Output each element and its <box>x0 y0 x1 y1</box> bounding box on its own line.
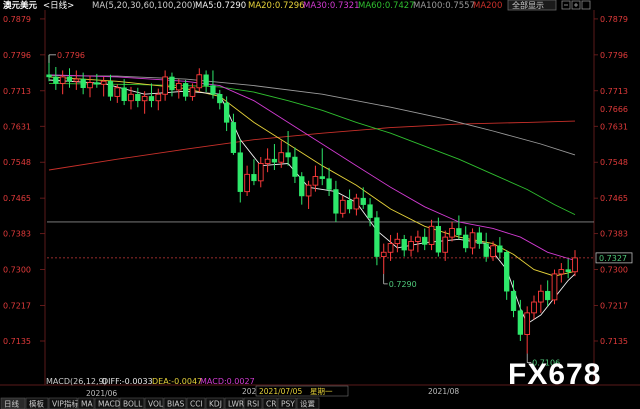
tab-7[interactable]: BIAS <box>163 397 187 409</box>
tab-3[interactable]: MA <box>77 397 95 409</box>
y-tick-right-1: 0.7796 <box>600 51 628 60</box>
tab-label: LWR <box>228 400 244 409</box>
tab-label: 设置 <box>300 399 315 409</box>
ma200-value: MA200 <box>473 1 502 11</box>
y-tick-left-0: 0.7879 <box>3 15 31 24</box>
y-tick-right-0: 0.7879 <box>600 15 628 24</box>
ma-params: MA(5,20,30,60,100,200) <box>92 1 196 11</box>
y-tick-right-extra-0: 0.7666 <box>600 105 628 114</box>
tab-label: KDJ <box>209 400 222 409</box>
period-label: <日线> <box>43 0 74 11</box>
y-tick-right-9: 0.7135 <box>600 337 628 346</box>
x-label-left: 2021/06 <box>86 389 117 398</box>
y-tick-left-8: 0.7217 <box>3 301 31 310</box>
y-tick-left-4: 0.7548 <box>3 158 31 167</box>
tab-label: MA <box>81 400 93 409</box>
y-tick-right-8: 0.7217 <box>600 301 628 310</box>
tab-14[interactable]: 设置 <box>296 397 320 409</box>
y-tick-left-5: 0.7465 <box>3 194 31 203</box>
tab-13[interactable]: PSY <box>277 397 297 409</box>
y-tick-right-4: 0.7548 <box>600 158 628 167</box>
show-all-label: 全部显示 <box>512 0 544 10</box>
candlestick-chart[interactable]: 澳元美元 <日线> MA(5,20,30,60,100,200) MA5:0.7… <box>0 0 640 409</box>
tab-2[interactable]: VIP指标 <box>48 397 79 409</box>
tab-label: BOLL <box>123 400 143 409</box>
y-tick-right-7: 0.7300 <box>600 266 628 275</box>
tab-0[interactable]: 日线 <box>0 397 26 409</box>
tab-label: 日线 <box>4 399 19 409</box>
ma60-value: MA60:0.7427 <box>358 1 415 11</box>
tab-5[interactable]: BOLL <box>119 397 145 409</box>
y-tick-left-7: 0.7300 <box>3 266 31 275</box>
current-price-tag: 0.7327 <box>595 252 633 264</box>
tab-8[interactable]: CCI <box>186 397 206 409</box>
tab-6[interactable]: VOL <box>144 397 164 409</box>
tab-label: PSY <box>281 400 295 409</box>
tab-label: 模板 <box>29 399 44 409</box>
ma5-value: MA5:0.7290 <box>195 1 246 11</box>
tab-1[interactable]: 模板 <box>25 397 49 409</box>
tab-label: CR <box>266 400 276 409</box>
tab-label: RSI <box>247 400 259 409</box>
macd-diff: DIFF:-0.0033 <box>102 377 153 386</box>
ma20-value: MA20:0.7296 <box>248 1 305 11</box>
y-tick-left-6: 0.7383 <box>3 230 31 239</box>
y-tick-left-9: 0.7135 <box>3 337 31 346</box>
macd-row: MACD(26,12,9) DIFF:-0.0033 DEA:-0.0047 M… <box>46 377 255 386</box>
tab-label: VIP指标 <box>52 399 79 409</box>
y-tick-left-2: 0.7713 <box>3 87 31 96</box>
date-left-partial: 202 <box>242 387 257 396</box>
y-tick-left-3: 0.7631 <box>3 122 31 131</box>
y-tick-left-1: 0.7796 <box>3 51 31 60</box>
tab-11[interactable]: RSI <box>243 397 263 409</box>
macd-label: MACD(26,12,9) <box>46 377 107 386</box>
y-tick-right-6: 0.7383 <box>600 230 628 239</box>
tab-4[interactable]: MACD <box>94 397 121 409</box>
tab-label: CCI <box>190 400 203 409</box>
high-label: 0.7796 <box>57 51 85 60</box>
y-tick-right-3: 0.7631 <box>600 122 628 131</box>
tab-12[interactable]: CR <box>262 397 278 409</box>
indicator-tabs: 日线 模板 VIP指标 MA MACD BOLL VOL BIAS CCI KDJ LWR RSI CR… <box>0 397 320 409</box>
watermark-text: FX678 <box>508 358 601 391</box>
instrument-name: 澳元美元 <box>3 0 38 11</box>
y-tick-right-2: 0.7713 <box>600 87 628 96</box>
show-all-button[interactable]: 全部显示 <box>507 0 557 11</box>
candle <box>551 269 558 305</box>
ma100-value: MA100:0.7557 <box>413 1 475 11</box>
ma30-value: MA30:0.7321 <box>303 1 360 11</box>
tab-9[interactable]: KDJ <box>205 397 225 409</box>
selected-date: 2021/07/05 <box>259 387 302 396</box>
current-price-value: 0.7327 <box>599 254 627 263</box>
macd-macd: MACD:0.0027 <box>200 377 255 386</box>
tab-10[interactable]: LWR <box>224 397 244 409</box>
selected-weekday: 星期一 <box>310 387 333 396</box>
tab-label: VOL <box>148 400 164 409</box>
macd-dea: DEA:-0.0047 <box>152 377 202 386</box>
x-label-right: 2021/08 <box>428 387 459 396</box>
mid-low-label: 0.7290 <box>389 280 417 289</box>
y-tick-right-5: 0.7465 <box>600 194 628 203</box>
tab-label: BIAS <box>167 400 184 409</box>
tab-label: MACD <box>98 400 121 409</box>
